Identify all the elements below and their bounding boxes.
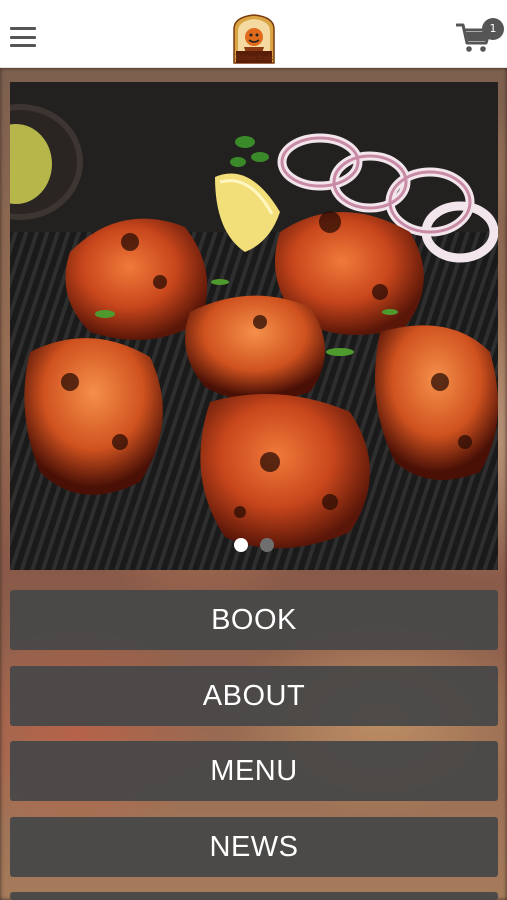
dhinchak-logo[interactable]: Dhinchak — [230, 13, 278, 65]
cart-count-badge: 1 — [482, 18, 504, 40]
menu-button[interactable]: MENU — [10, 741, 498, 801]
logo-text: Dhinchak — [235, 53, 273, 62]
carousel-dot-1[interactable] — [234, 538, 248, 552]
news-button[interactable]: NEWS — [10, 817, 498, 877]
hero-image-carousel[interactable] — [10, 82, 498, 570]
hamburger-menu-icon[interactable] — [10, 27, 36, 47]
carousel-dot-2[interactable] — [260, 538, 274, 552]
about-button[interactable]: ABOUT — [10, 666, 498, 726]
carousel-indicators — [10, 538, 498, 552]
book-button[interactable]: BOOK — [10, 590, 498, 650]
chicken-tikka-photo — [10, 82, 498, 570]
app-header: Dhinchak 1 — [0, 0, 507, 68]
next-nav-button[interactable] — [10, 892, 498, 900]
